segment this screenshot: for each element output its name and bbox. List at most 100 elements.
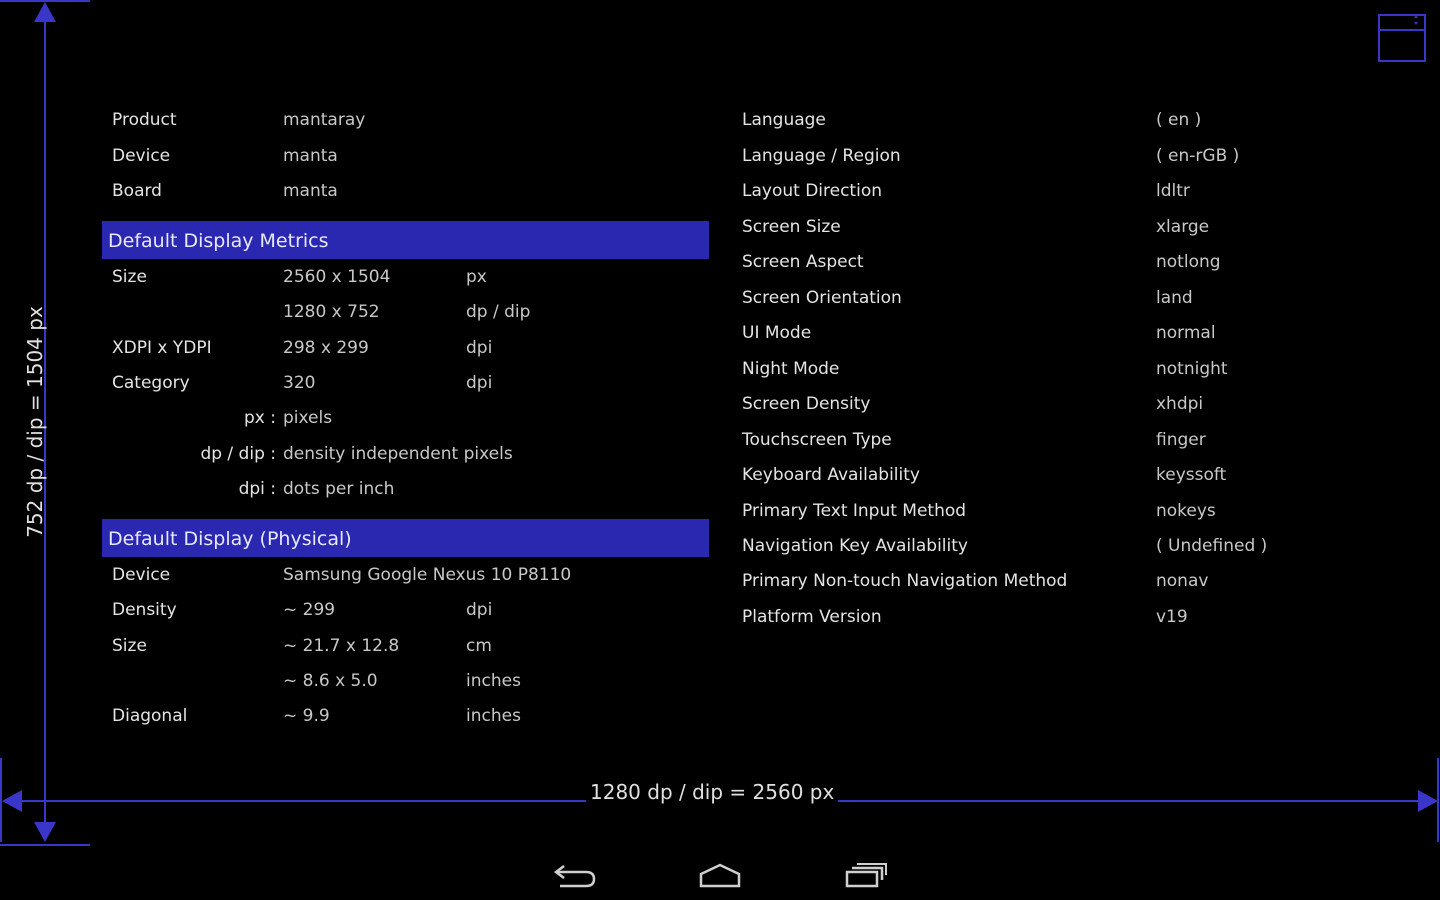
- config-value: nokeys: [1156, 501, 1216, 521]
- home-icon[interactable]: [698, 862, 742, 890]
- metrics-unit: px: [466, 267, 487, 287]
- config-label: Navigation Key Availability: [742, 536, 968, 556]
- physical-row: Device Samsung Google Nexus 10 P8110: [112, 561, 672, 589]
- metrics-label: XDPI x YDPI: [112, 338, 212, 358]
- legend-row: px : pixels: [0, 404, 560, 432]
- metrics-value: 1280 x 752: [283, 302, 380, 322]
- legend-key: px :: [244, 408, 276, 428]
- metrics-value: 298 x 299: [283, 338, 369, 358]
- arrow-up-icon: [34, 2, 56, 22]
- config-label: Touchscreen Type: [742, 430, 892, 450]
- physical-label: Size: [112, 636, 147, 656]
- config-row: Screen Density xhdpi: [742, 390, 1342, 418]
- physical-label: Diagonal: [112, 706, 188, 726]
- legend-row: dp / dip : density independent pixels: [0, 440, 560, 468]
- physical-value: Samsung Google Nexus 10 P8110: [283, 565, 572, 585]
- legend-key: dp / dip :: [200, 444, 276, 464]
- config-value: land: [1156, 288, 1193, 308]
- config-label: Language: [742, 110, 826, 130]
- config-row: Primary Text Input Method nokeys: [742, 497, 1342, 525]
- config-value: xlarge: [1156, 217, 1210, 237]
- config-row: Keyboard Availability keyssoft: [742, 461, 1342, 489]
- physical-value: ~ 9.9: [283, 706, 330, 726]
- info-label: Product: [112, 110, 177, 130]
- metrics-label: Size: [112, 267, 147, 287]
- info-value: manta: [283, 146, 338, 166]
- config-row: Screen Orientation land: [742, 284, 1342, 312]
- physical-value: ~ 8.6 x 5.0: [283, 671, 378, 691]
- config-row: Layout Direction ldltr: [742, 177, 1342, 205]
- config-label: Platform Version: [742, 607, 882, 627]
- metrics-unit: dpi: [466, 338, 493, 358]
- config-row: Screen Aspect notlong: [742, 248, 1342, 276]
- config-row: UI Mode normal: [742, 319, 1342, 347]
- metrics-section-header: Default Display Metrics: [102, 221, 709, 259]
- metrics-row: Category 320 dpi: [112, 369, 532, 397]
- metrics-row: 1280 x 752 dp / dip: [112, 298, 532, 326]
- vertical-measure-tick-top: [0, 0, 90, 2]
- config-value: ( Undefined ): [1156, 536, 1268, 556]
- config-label: Screen Aspect: [742, 252, 864, 272]
- config-label: Primary Text Input Method: [742, 501, 967, 521]
- config-value: keyssoft: [1156, 465, 1227, 485]
- physical-label: Density: [112, 600, 177, 620]
- physical-row: Size ~ 21.7 x 12.8 cm: [112, 632, 672, 660]
- physical-unit: inches: [466, 671, 521, 691]
- config-value: ( en-rGB ): [1156, 146, 1240, 166]
- config-label: Screen Size: [742, 217, 841, 237]
- config-row: Touchscreen Type finger: [742, 426, 1342, 454]
- config-label: Night Mode: [742, 359, 840, 379]
- legend-desc: pixels: [283, 408, 333, 428]
- physical-unit: cm: [466, 636, 492, 656]
- legend-desc: density independent pixels: [283, 444, 513, 464]
- config-label: Layout Direction: [742, 181, 882, 201]
- config-row: Navigation Key Availability ( Undefined …: [742, 532, 1342, 560]
- metrics-row: XDPI x YDPI 298 x 299 dpi: [112, 334, 532, 362]
- config-value: xhdpi: [1156, 394, 1204, 414]
- metrics-row: Size 2560 x 1504 px: [112, 263, 532, 291]
- horizontal-measure-tick-left: [0, 758, 2, 842]
- config-row: Night Mode notnight: [742, 355, 1342, 383]
- metrics-unit: dpi: [466, 373, 493, 393]
- vertical-measure-tick-bottom: [0, 844, 90, 846]
- physical-value: ~ 21.7 x 12.8: [283, 636, 400, 656]
- metrics-unit: dp / dip: [466, 302, 531, 322]
- config-row: Platform Version v19: [742, 603, 1342, 631]
- info-value: mantaray: [283, 110, 366, 130]
- config-value: notlong: [1156, 252, 1221, 272]
- physical-unit: dpi: [466, 600, 493, 620]
- info-label: Board: [112, 181, 162, 201]
- config-row: Primary Non-touch Navigation Method nona…: [742, 567, 1342, 595]
- horizontal-measure-label: 1280 dp / dip = 2560 px: [586, 780, 839, 804]
- config-row: Language ( en ): [742, 106, 1342, 134]
- recents-icon[interactable]: [844, 860, 888, 890]
- physical-label: Device: [112, 565, 171, 585]
- physical-value: ~ 299: [283, 600, 336, 620]
- metrics-value: 320: [283, 373, 316, 393]
- config-value: nonav: [1156, 571, 1209, 591]
- back-icon[interactable]: [554, 858, 598, 892]
- physical-row: Diagonal ~ 9.9 inches: [112, 702, 672, 730]
- metrics-value: 2560 x 1504: [283, 267, 391, 287]
- config-label: Keyboard Availability: [742, 465, 920, 485]
- physical-section-header: Default Display (Physical): [102, 519, 709, 557]
- physical-row: ~ 8.6 x 5.0 inches: [112, 667, 672, 695]
- config-row: Screen Size xlarge: [742, 213, 1342, 241]
- legend-key: dpi :: [238, 479, 276, 499]
- config-label: Screen Density: [742, 394, 871, 414]
- arrow-down-icon: [34, 822, 56, 842]
- config-label: UI Mode: [742, 323, 812, 343]
- horizontal-measure-tick-right: [1437, 758, 1439, 842]
- config-value: ( en ): [1156, 110, 1202, 130]
- config-label: Primary Non-touch Navigation Method: [742, 571, 1068, 591]
- arrow-left-icon: [2, 790, 22, 812]
- config-value: notnight: [1156, 359, 1228, 379]
- physical-unit: inches: [466, 706, 521, 726]
- config-value: normal: [1156, 323, 1216, 343]
- physical-row: Density ~ 299 dpi: [112, 596, 672, 624]
- config-value: finger: [1156, 430, 1206, 450]
- window-toggle-icon[interactable]: [1378, 14, 1426, 62]
- config-row: Language / Region ( en-rGB ): [742, 142, 1342, 170]
- info-label: Device: [112, 146, 171, 166]
- config-label: Screen Orientation: [742, 288, 902, 308]
